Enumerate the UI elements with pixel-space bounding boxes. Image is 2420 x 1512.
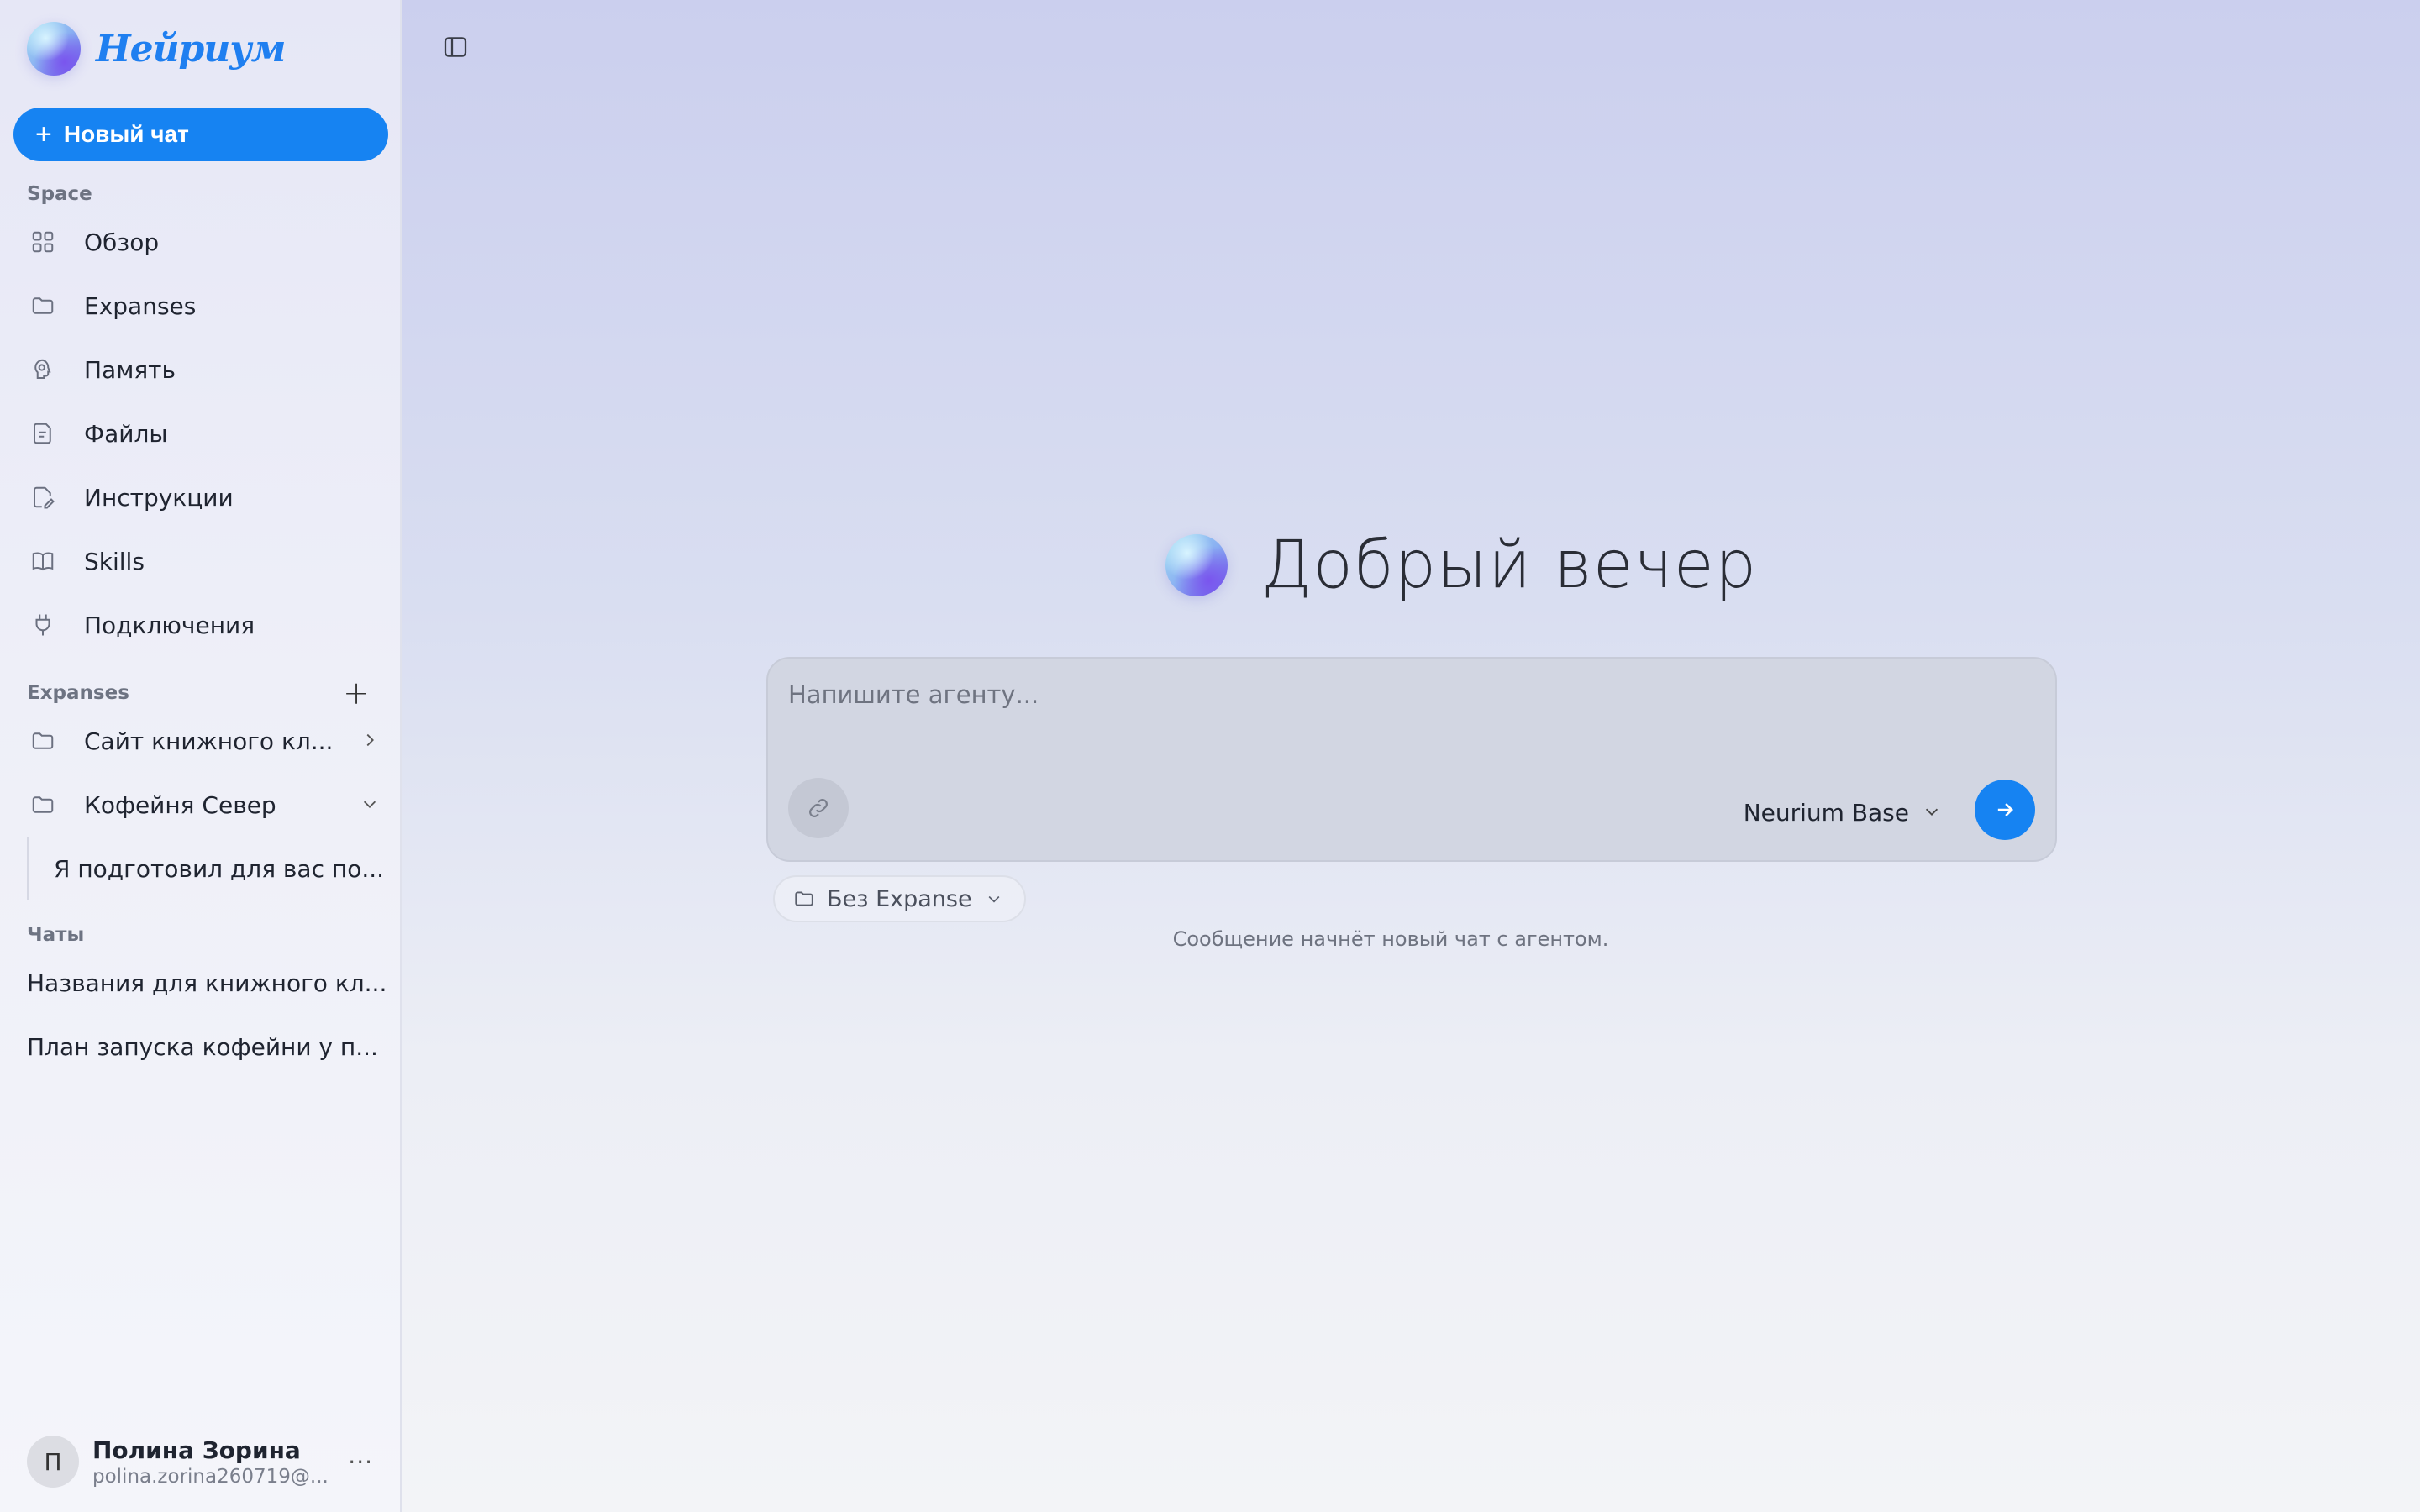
toggle-sidebar-button[interactable]	[439, 30, 472, 64]
link-icon	[809, 799, 828, 817]
chat-item[interactable]: План запуска кофейни у п...	[13, 1015, 387, 1079]
chats-section-label: Чаты	[27, 924, 85, 946]
chevron-down-icon	[1923, 799, 1941, 827]
model-selector-label: Neurium Base	[1743, 799, 1909, 827]
sidebar-item-memory[interactable]: Память	[13, 338, 387, 402]
chevron-down-icon[interactable]	[353, 791, 387, 819]
greeting-text: Добрый вечер	[1260, 528, 1758, 603]
file-icon	[30, 421, 84, 446]
sidebar-toggle-icon	[444, 37, 467, 57]
greeting: Добрый вечер	[452, 528, 2420, 603]
more-options-button[interactable]: ···	[348, 1448, 387, 1476]
sidebar-item-label: Skills	[84, 547, 145, 575]
sidebar-item-label: Expanses	[84, 291, 197, 320]
app-window: Нейриум + Новый чат Space Обзор Expanses…	[0, 0, 2420, 1512]
user-name: Полина Зорина	[92, 1436, 301, 1464]
folder-icon	[795, 891, 813, 906]
chevron-right-icon[interactable]	[353, 727, 387, 755]
brain-icon	[30, 357, 84, 382]
model-selector[interactable]: Neurium Base	[1744, 799, 1941, 827]
sidebar-item-label: Обзор	[84, 228, 160, 256]
grid-icon	[30, 229, 84, 255]
main-area: Добрый вечер Напишите агенту... Neurium …	[402, 0, 2420, 1512]
expanse-item-label: Сайт книжного кл...	[84, 727, 334, 755]
brand-logo[interactable]: Нейриум	[13, 0, 387, 97]
assistant-orb-icon	[1165, 534, 1228, 596]
new-chat-button[interactable]: + Новый чат	[13, 108, 388, 161]
folder-icon	[30, 792, 84, 817]
expanses-section-header: Expanses +	[13, 677, 387, 709]
new-chat-label: Новый чат	[63, 121, 189, 147]
sidebar-item-instructions[interactable]: Инструкции	[13, 465, 387, 529]
edit-document-icon	[30, 485, 84, 510]
expanse-selector[interactable]: Без Expanse	[773, 875, 1026, 922]
avatar: П	[27, 1436, 79, 1488]
message-composer: Напишите агенту... Neurium Base	[766, 657, 2057, 862]
user-email: polina.zorina260719@...	[92, 1465, 329, 1488]
expanse-item-label: Кофейня Север	[84, 790, 276, 819]
sidebar-item-overview[interactable]: Обзор	[13, 210, 387, 274]
sidebar-item-connections[interactable]: Подключения	[13, 593, 387, 657]
sidebar-item-label: Файлы	[84, 419, 168, 448]
book-icon	[30, 549, 84, 574]
brand-orb-icon	[27, 22, 81, 76]
sidebar-item-files[interactable]: Файлы	[13, 402, 387, 465]
sidebar-item-label: Инструкции	[84, 483, 234, 512]
plus-icon: +	[35, 118, 52, 150]
folder-icon	[30, 293, 84, 318]
send-button[interactable]	[1975, 780, 2035, 840]
composer-hint: Сообщение начнёт новый чат с агентом.	[1172, 927, 1609, 951]
sidebar: Нейриум + Новый чат Space Обзор Expanses…	[0, 0, 402, 1512]
chat-item[interactable]: Названия для книжного кл...	[13, 951, 387, 1015]
sidebar-item-skills[interactable]: Skills	[13, 529, 387, 593]
add-expanse-button[interactable]: +	[343, 677, 370, 709]
space-section-label: Space	[27, 183, 92, 205]
chevron-down-icon	[988, 895, 1000, 903]
plug-icon	[30, 612, 84, 638]
attach-button[interactable]	[788, 778, 849, 838]
expanse-chat-item[interactable]: Я подготовил для вас по...	[27, 837, 387, 900]
user-profile[interactable]: П Полина Зорина polina.zorina260719@... …	[13, 1430, 387, 1494]
message-input[interactable]: Напишите агенту...	[788, 680, 1039, 709]
sidebar-item-expanses[interactable]: Expanses	[13, 274, 387, 338]
expanse-item[interactable]: Кофейня Север	[13, 773, 387, 837]
expanse-item[interactable]: Сайт книжного кл...	[13, 709, 387, 773]
sidebar-item-label: Память	[84, 355, 176, 384]
folder-icon	[30, 728, 84, 753]
expanses-section-label: Expanses	[27, 682, 129, 704]
user-info: Полина Зорина polina.zorina260719@...	[92, 1436, 348, 1488]
sidebar-item-label: Подключения	[84, 611, 255, 639]
brand-name: Нейриум	[96, 27, 286, 71]
arrow-right-icon	[1997, 803, 2013, 816]
expanse-selector-label: Без Expanse	[827, 885, 972, 912]
